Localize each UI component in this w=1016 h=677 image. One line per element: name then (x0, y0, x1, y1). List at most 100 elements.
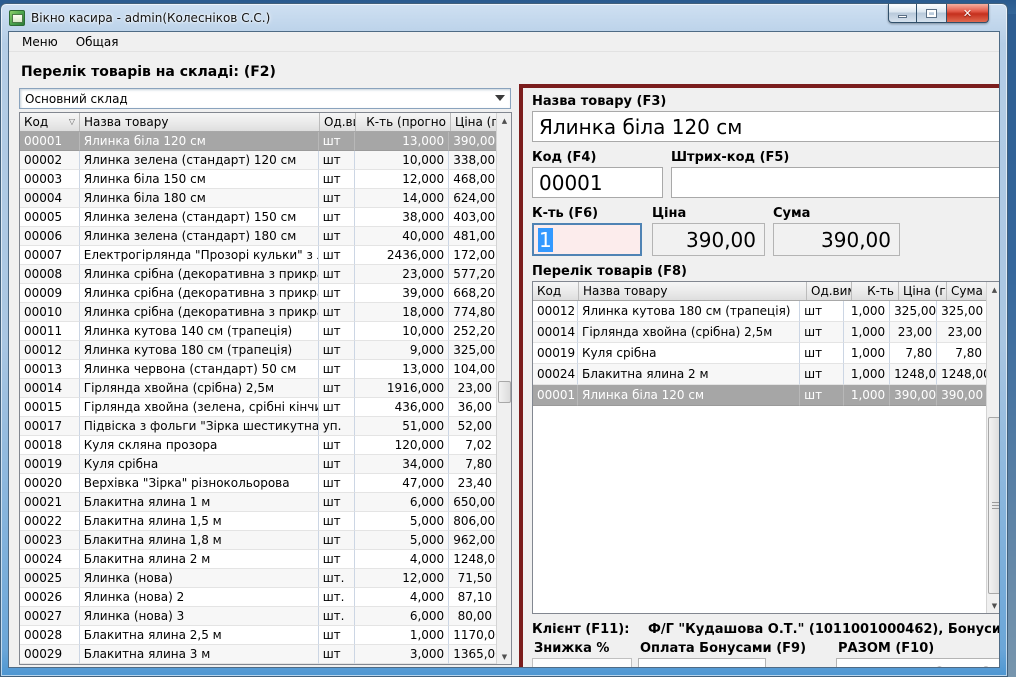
table-cell: 00012 (533, 301, 578, 322)
table-cell: 39,000 (355, 284, 450, 303)
stock-table: Код▽Назва товаруОд.виК-ть (прогноЦіна (г… (19, 112, 512, 665)
column-header[interactable]: Назва товару (579, 282, 807, 300)
table-cell: 18,000 (355, 303, 450, 322)
table-cell: Ялинка срібна (декоративна з прикраса (80, 303, 319, 322)
column-header[interactable]: Ціна (грн) (451, 113, 498, 131)
table-row[interactable]: 00017Підвіска з фольги "Зірка шестикутна… (20, 417, 496, 436)
table-cell: Ялинка срібна (декоративна з прикраса (80, 284, 319, 303)
close-button[interactable]: ✕ (946, 4, 989, 23)
column-header[interactable]: К-ть (852, 282, 899, 300)
table-cell: шт (319, 474, 355, 493)
table-row[interactable]: 00005Ялинка зелена (стандарт) 150 смшт38… (20, 208, 496, 227)
qty-input[interactable]: 1 (532, 223, 642, 256)
scrollbar-thumb[interactable] (988, 417, 1000, 594)
table-cell: 00020 (20, 474, 80, 493)
column-header[interactable]: Код (533, 282, 579, 300)
table-row[interactable]: 00024Блакитна ялина 2 мшт1,0001248,00124… (533, 364, 986, 385)
minimize-button[interactable] (888, 4, 917, 23)
client-label: Клієнт (F11): (532, 622, 629, 637)
table-row[interactable]: 00008Ялинка срібна (декоративна з прикра… (20, 265, 496, 284)
cart-title: Перелік товарів (F8) (532, 264, 1000, 279)
table-cell: 13,000 (355, 360, 450, 379)
table-cell: шт. (319, 607, 355, 626)
scroll-up-icon[interactable]: ▲ (498, 113, 511, 128)
column-header[interactable]: Од.ви (320, 113, 356, 131)
barcode-input[interactable] (671, 167, 1000, 198)
scroll-up-icon[interactable]: ▲ (988, 282, 1000, 297)
table-row[interactable]: 00026Ялинка (нова) 2шт.4,00087,10 (20, 588, 496, 607)
table-row[interactable]: 00019Куля срібнашт34,0007,80 (20, 455, 496, 474)
table-row[interactable]: 00010Ялинка срібна (декоративна з прикра… (20, 303, 496, 322)
table-cell: Ялинка біла 150 см (80, 170, 319, 189)
table-cell: шт (319, 246, 355, 265)
table-cell: 00018 (20, 436, 80, 455)
cart-table-scrollbar[interactable]: ▲ ▼ (986, 282, 1000, 613)
table-cell: 47,000 (355, 474, 450, 493)
table-row[interactable]: 00023Блакитна ялина 1,8 мшт5,000962,00 (20, 531, 496, 550)
bonus-input[interactable]: 0 (638, 658, 766, 668)
scrollbar-thumb[interactable] (498, 381, 511, 403)
table-cell: 1248,00 (937, 364, 986, 385)
table-cell: шт (319, 436, 355, 455)
titlebar[interactable]: Вікно касира - admin(Колесніков С.С.) (1, 4, 1007, 28)
column-header[interactable]: К-ть (прогно (356, 113, 451, 131)
table-cell: 5,000 (355, 512, 450, 531)
column-header[interactable]: Ціна (гр (899, 282, 947, 300)
table-row[interactable]: 00015Гірлянда хвойна (зелена, срібні кін… (20, 398, 496, 417)
table-cell: 1916,000 (355, 379, 450, 398)
code-input[interactable]: 00001 (532, 167, 663, 198)
column-header[interactable]: Назва товару (80, 113, 320, 131)
table-row[interactable]: 00004Ялинка біла 180 смшт14,000624,00 (20, 189, 496, 208)
table-row[interactable]: 00025Ялинка (нова)шт.12,00071,50 (20, 569, 496, 588)
table-row[interactable]: 00007Електрогірлянда "Прозорі кульки" з … (20, 246, 496, 265)
table-row[interactable]: 00012Ялинка кутова 180 см (трапеція)шт9,… (20, 341, 496, 360)
menu-item-menu[interactable]: Меню (13, 33, 67, 51)
table-row[interactable]: 00001Ялинка біла 120 смшт1,000390,00390,… (533, 385, 986, 406)
table-row[interactable]: 00002Ялинка зелена (стандарт) 120 смшт10… (20, 151, 496, 170)
table-row[interactable]: 00006Ялинка зелена (стандарт) 180 смшт40… (20, 227, 496, 246)
table-cell: Блакитна ялина 2 м (578, 364, 800, 385)
table-cell: 40,000 (355, 227, 450, 246)
table-cell: 962,00 (449, 531, 496, 550)
table-row[interactable]: 00012Ялинка кутова 180 см (трапеція)шт1,… (533, 301, 986, 322)
sum-display: 390,00 (773, 223, 900, 256)
table-row[interactable]: 00028Блакитна ялина 2,5 мшт1,0001170,00 (20, 626, 496, 645)
table-row[interactable]: 00014Гірлянда хвойна (срібна) 2,5мшт1916… (20, 379, 496, 398)
table-cell: Ялинка (нова) 2 (80, 588, 319, 607)
product-name-input[interactable]: Ялинка біла 120 см (532, 111, 1000, 142)
table-row[interactable]: 00009Ялинка срібна (декоративна з прикра… (20, 284, 496, 303)
table-cell: 104,00 (449, 360, 496, 379)
table-cell: Гірлянда хвойна (срібна) 2,5м (80, 379, 319, 398)
table-row[interactable]: 00001Ялинка біла 120 смшт13,000390,00 (20, 132, 496, 151)
table-row[interactable]: 00013Ялинка червона (стандарт) 50 смшт13… (20, 360, 496, 379)
stock-table-scrollbar[interactable]: ▲ ▼ (496, 113, 511, 664)
table-cell: шт (319, 455, 355, 474)
scroll-down-icon[interactable]: ▼ (988, 598, 1000, 613)
maximize-button[interactable] (917, 4, 946, 23)
table-row[interactable]: 00014Гірлянда хвойна (срібна) 2,5мшт1,00… (533, 322, 986, 343)
warehouse-select[interactable]: Основний склад (19, 88, 511, 109)
table-cell: 71,50 (449, 569, 496, 588)
table-row[interactable]: 00020Верхівка "Зірка" різнокольоровашт47… (20, 474, 496, 493)
total-display: 1595,04 (836, 658, 1000, 668)
table-row[interactable]: 00021Блакитна ялина 1 мшт6,000650,00 (20, 493, 496, 512)
table-row[interactable]: 00022Блакитна ялина 1,5 мшт5,000806,00 (20, 512, 496, 531)
barcode-label: Штрих-код (F5) (671, 150, 1000, 165)
table-row[interactable]: 00019Куля срібнашт1,0007,807,80 (533, 343, 986, 364)
column-header[interactable]: Код▽ (20, 113, 80, 131)
bonus-label: Оплата Бонусами (F9) (640, 641, 806, 656)
table-row[interactable]: 00011Ялинка кутова 140 см (трапеція)шт10… (20, 322, 496, 341)
scroll-down-icon[interactable]: ▼ (498, 649, 511, 664)
table-row[interactable]: 00018Куля скляна прозорашт120,0007,02 (20, 436, 496, 455)
table-row[interactable]: 00027Ялинка (нова) 3шт.6,00080,00 (20, 607, 496, 626)
table-row[interactable]: 00029Блакитна ялина 3 мшт3,0001365,00 (20, 645, 496, 664)
table-cell: 12,000 (355, 170, 450, 189)
table-cell: Ялинка (нова) 3 (80, 607, 319, 626)
price-label: Ціна (652, 206, 765, 221)
menu-item-obshchaya[interactable]: Общая (67, 33, 128, 51)
table-header-row: КодНазва товаруОд.вимК-тьЦіна (грСума (г… (533, 282, 1000, 301)
column-header[interactable]: Од.вим (807, 282, 852, 300)
table-row[interactable]: 00003Ялинка біла 150 смшт12,000468,00 (20, 170, 496, 189)
discount-input[interactable]: -20 (532, 658, 632, 668)
table-row[interactable]: 00024Блакитна ялина 2 мшт4,0001248,00 (20, 550, 496, 569)
